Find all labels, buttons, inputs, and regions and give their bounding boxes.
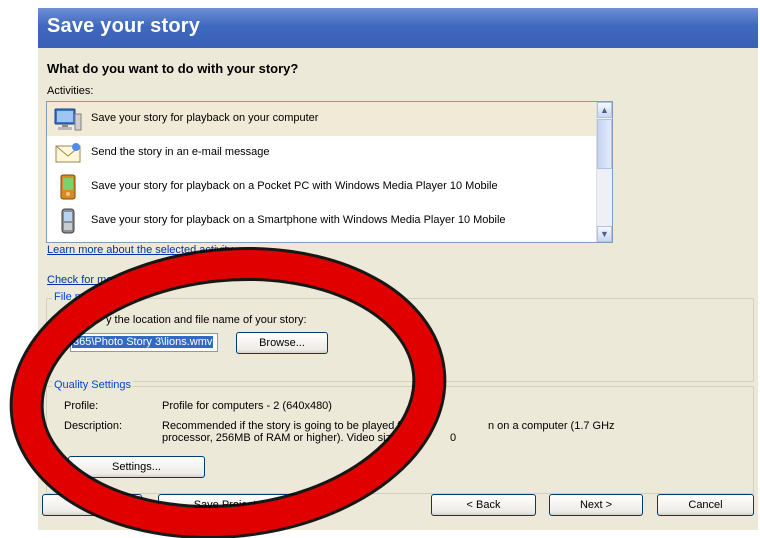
activity-label: Save your story for playback on a Pocket… [91, 180, 498, 192]
activity-label: Save your story for playback on a Smartp… [91, 214, 506, 226]
activities-list[interactable]: Save your story for playback on your com… [46, 101, 613, 243]
scroll-thumb[interactable] [597, 119, 612, 169]
check-more-link[interactable]: Check for more st [47, 274, 134, 286]
browse-button[interactable]: Browse... [236, 332, 328, 354]
quality-group-legend: Quality Settings [52, 379, 134, 391]
save-story-window: Save your story What do you want to do w… [38, 8, 758, 530]
back-button[interactable]: < Back [431, 494, 536, 516]
activity-item-pocket-pc[interactable]: Save your story for playback on a Pocket… [47, 170, 597, 204]
activity-item-computer[interactable]: Save your story for playback on your com… [47, 102, 597, 136]
cancel-button[interactable]: Cancel [657, 494, 754, 516]
description-label: Description: [64, 420, 123, 432]
window-title: Save your story [47, 15, 201, 37]
activity-label: Save your story for playback on your com… [91, 112, 319, 124]
title-bar: Save your story [38, 8, 758, 48]
save-project-button[interactable]: Save Project... [158, 494, 301, 516]
activity-item-email[interactable]: Send the story in an e-mail message [47, 136, 597, 170]
computer-icon [54, 108, 82, 131]
activity-label: Send the story in an e-mail message [91, 146, 270, 158]
profile-label: Profile: [64, 400, 99, 412]
email-icon [55, 143, 81, 163]
description-line1b: n on a computer (1.7 GHz [488, 420, 615, 432]
file-instruction: y the location and file name of your sto… [106, 314, 307, 326]
learn-more-link[interactable]: Learn more about the selected activity [47, 244, 233, 256]
file-group-legend: File na [52, 291, 90, 303]
activities-label: Activities: [47, 85, 94, 97]
next-button[interactable]: Next > [549, 494, 643, 516]
description-line2a: processor, 256MB of RAM or higher). Vide… [162, 432, 416, 444]
help-button[interactable] [42, 494, 142, 516]
filename-value: 365\Photo Story 3\lions.wmv [72, 336, 214, 348]
filename-input[interactable]: 365\Photo Story 3\lions.wmv [70, 333, 218, 352]
scroll-up-icon[interactable]: ▲ [597, 102, 612, 118]
activities-scrollbar[interactable]: ▲ ▼ [596, 102, 612, 242]
description-line1a: Recommended if the story is going to be … [162, 420, 421, 432]
profile-value: Profile for computers - 2 (640x480) [162, 400, 332, 412]
page-question: What do you want to do with your story? [47, 61, 299, 76]
check-more-link-end[interactable]: te [320, 274, 329, 286]
pocket-pc-icon [60, 174, 76, 200]
description-line2b: 0 [450, 432, 457, 444]
scroll-down-icon[interactable]: ▼ [597, 226, 612, 242]
smartphone-icon [61, 208, 75, 234]
settings-button[interactable]: Settings... [68, 456, 205, 478]
activity-item-smartphone[interactable]: Save your story for playback on a Smartp… [47, 204, 597, 238]
